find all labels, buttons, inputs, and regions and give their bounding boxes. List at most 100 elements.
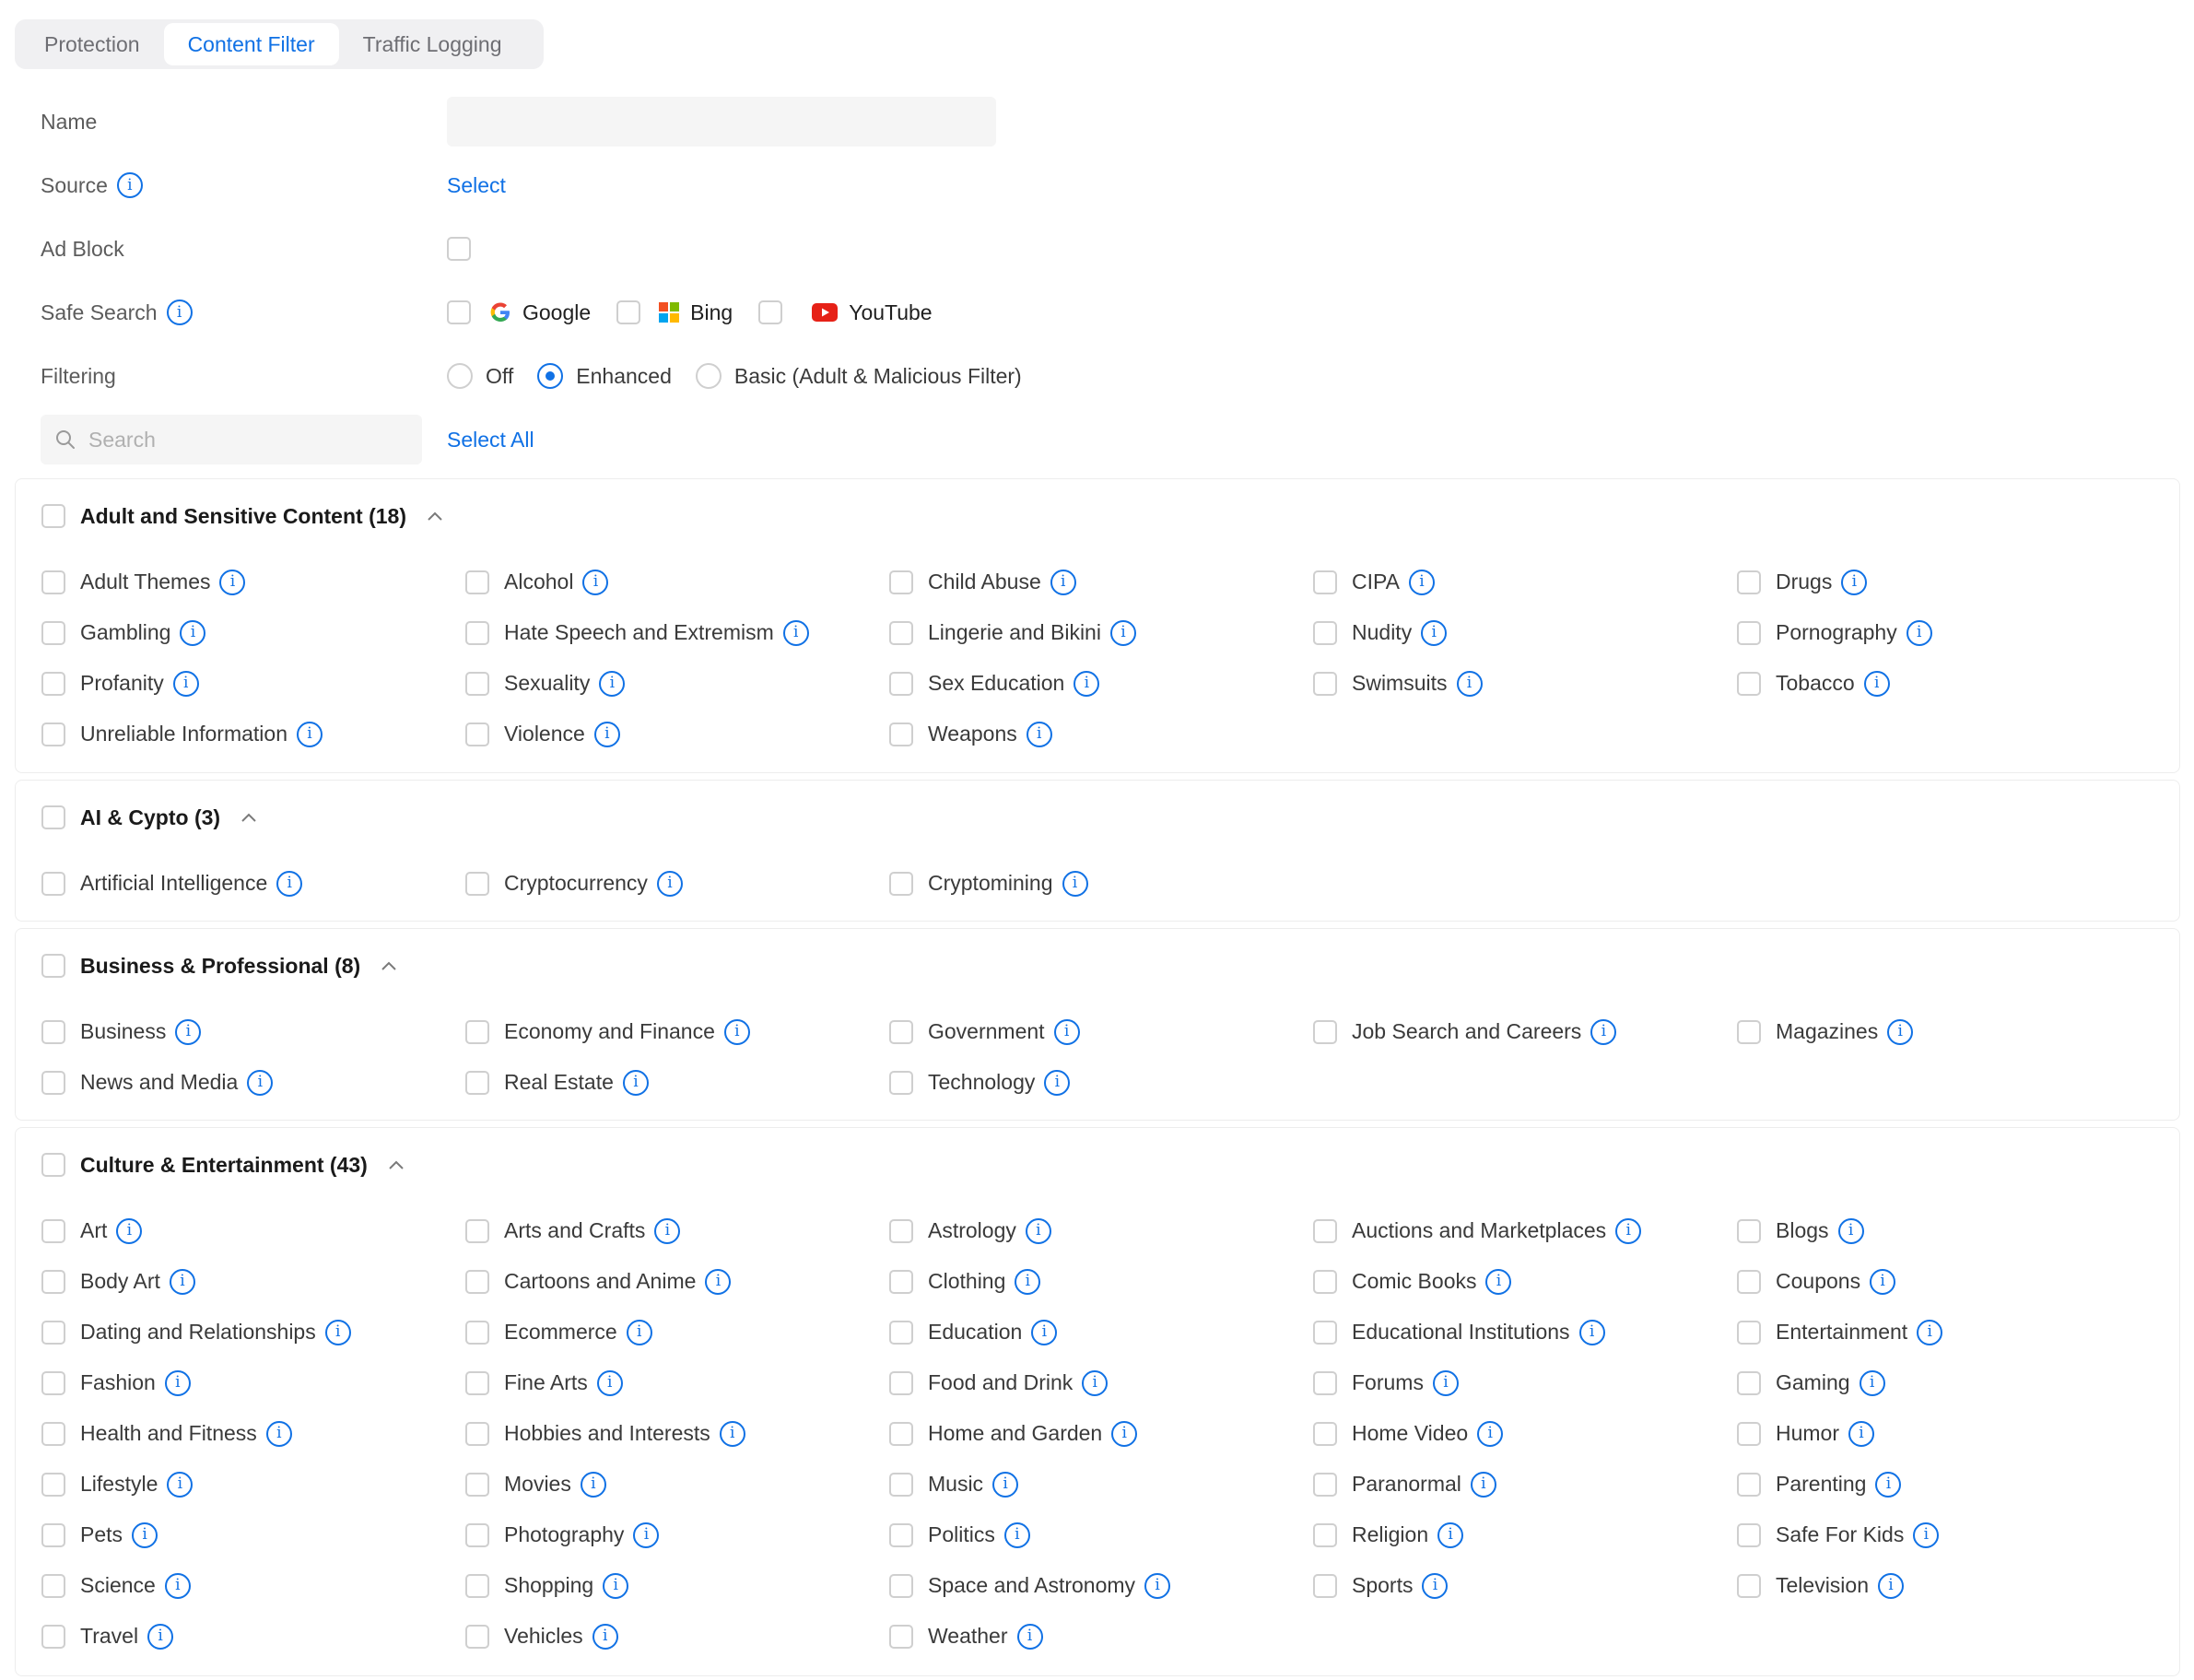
chevron-up-icon[interactable]: [241, 812, 257, 823]
info-icon[interactable]: i: [175, 1018, 202, 1045]
category-item-tobacco[interactable]: Tobacco i: [1737, 658, 2161, 709]
info-icon[interactable]: i: [1074, 670, 1100, 697]
info-icon[interactable]: i: [276, 870, 303, 897]
category-item-astrology[interactable]: Astrology i: [889, 1205, 1313, 1256]
category-checkbox[interactable]: [1313, 1472, 1337, 1497]
category-checkbox[interactable]: [1737, 1472, 1761, 1497]
category-checkbox[interactable]: [41, 1573, 65, 1598]
category-item-hate-speech-and-extremism[interactable]: Hate Speech and Extremism i: [465, 607, 889, 658]
category-checkbox[interactable]: [889, 722, 913, 746]
category-checkbox[interactable]: [465, 1218, 489, 1243]
category-checkbox[interactable]: [889, 570, 913, 594]
info-icon[interactable]: i: [580, 1471, 606, 1498]
category-checkbox[interactable]: [41, 671, 65, 696]
category-item-paranormal[interactable]: Paranormal i: [1313, 1459, 1737, 1510]
category-checkbox[interactable]: [889, 1624, 913, 1649]
name-input[interactable]: [447, 97, 996, 147]
category-item-weather[interactable]: Weather i: [889, 1611, 1313, 1662]
category-checkbox[interactable]: [1737, 1019, 1761, 1044]
category-item-television[interactable]: Television i: [1737, 1560, 2161, 1611]
category-checkbox[interactable]: [1313, 1421, 1337, 1446]
category-checkbox[interactable]: [465, 1070, 489, 1095]
info-icon[interactable]: i: [1053, 1018, 1080, 1045]
category-checkbox[interactable]: [1313, 1218, 1337, 1243]
category-item-nudity[interactable]: Nudity i: [1313, 607, 1737, 658]
info-icon[interactable]: i: [1863, 670, 1890, 697]
info-icon[interactable]: i: [116, 172, 143, 198]
tab-traffic-logging[interactable]: Traffic Logging: [339, 23, 526, 65]
info-icon[interactable]: i: [1848, 1420, 1875, 1447]
info-icon[interactable]: i: [1590, 1018, 1617, 1045]
category-item-economy-and-finance[interactable]: Economy and Finance i: [465, 1006, 889, 1057]
category-item-science[interactable]: Science i: [41, 1560, 465, 1611]
category-item-hobbies-and-interests[interactable]: Hobbies and Interests i: [465, 1408, 889, 1459]
info-icon[interactable]: i: [265, 1420, 292, 1447]
info-icon[interactable]: i: [1470, 1471, 1496, 1498]
category-item-dating-and-relationships[interactable]: Dating and Relationships i: [41, 1307, 465, 1357]
category-item-food-and-drink[interactable]: Food and Drink i: [889, 1357, 1313, 1408]
info-icon[interactable]: i: [1913, 1521, 1940, 1548]
info-icon[interactable]: i: [626, 1319, 652, 1345]
info-icon[interactable]: i: [782, 619, 809, 646]
info-icon[interactable]: i: [1003, 1521, 1030, 1548]
category-item-shopping[interactable]: Shopping i: [465, 1560, 889, 1611]
category-item-home-and-garden[interactable]: Home and Garden i: [889, 1408, 1313, 1459]
category-checkbox[interactable]: [889, 1522, 913, 1547]
category-checkbox[interactable]: [41, 1522, 65, 1547]
category-item-photography[interactable]: Photography i: [465, 1510, 889, 1560]
category-item-sports[interactable]: Sports i: [1313, 1560, 1737, 1611]
info-icon[interactable]: i: [1109, 619, 1136, 646]
category-checkbox[interactable]: [1313, 570, 1337, 594]
category-checkbox[interactable]: [889, 1573, 913, 1598]
section-select-checkbox[interactable]: [41, 1153, 65, 1177]
category-item-clothing[interactable]: Clothing i: [889, 1256, 1313, 1307]
category-checkbox[interactable]: [1737, 1269, 1761, 1294]
info-icon[interactable]: i: [166, 300, 193, 325]
adblock-checkbox[interactable]: [447, 237, 471, 261]
filtering-basic-radio[interactable]: [695, 363, 722, 389]
info-icon[interactable]: i: [1016, 1623, 1043, 1650]
category-item-ecommerce[interactable]: Ecommerce i: [465, 1307, 889, 1357]
tab-protection[interactable]: Protection: [20, 23, 164, 65]
section-select-checkbox[interactable]: [41, 504, 65, 528]
info-icon[interactable]: i: [1887, 1018, 1914, 1045]
info-icon[interactable]: i: [719, 1420, 745, 1447]
info-icon[interactable]: i: [1837, 1217, 1864, 1244]
info-icon[interactable]: i: [633, 1521, 660, 1548]
category-item-educational-institutions[interactable]: Educational Institutions i: [1313, 1307, 1737, 1357]
info-icon[interactable]: i: [596, 1369, 623, 1396]
info-icon[interactable]: i: [622, 1069, 649, 1096]
category-item-religion[interactable]: Religion i: [1313, 1510, 1737, 1560]
category-item-art[interactable]: Art i: [41, 1205, 465, 1256]
info-icon[interactable]: i: [1859, 1369, 1885, 1396]
tab-content-filter[interactable]: Content Filter: [163, 23, 339, 65]
category-item-drugs[interactable]: Drugs i: [1737, 557, 2161, 607]
category-item-news-and-media[interactable]: News and Media i: [41, 1057, 465, 1108]
category-checkbox[interactable]: [465, 1320, 489, 1345]
info-icon[interactable]: i: [992, 1471, 1019, 1498]
info-icon[interactable]: i: [1025, 1217, 1051, 1244]
chevron-up-icon[interactable]: [381, 960, 397, 971]
category-checkbox[interactable]: [1737, 1320, 1761, 1345]
category-checkbox[interactable]: [41, 1218, 65, 1243]
info-icon[interactable]: i: [167, 1471, 194, 1498]
category-item-politics[interactable]: Politics i: [889, 1510, 1313, 1560]
category-item-cryptocurrency[interactable]: Cryptocurrency i: [465, 858, 889, 909]
youtube-checkbox[interactable]: [758, 300, 783, 324]
category-checkbox[interactable]: [41, 1421, 65, 1446]
category-item-humor[interactable]: Humor i: [1737, 1408, 2161, 1459]
info-icon[interactable]: i: [1050, 569, 1076, 595]
info-icon[interactable]: i: [1477, 1420, 1504, 1447]
filtering-enhanced-radio[interactable]: [537, 363, 564, 389]
category-item-violence[interactable]: Violence i: [465, 709, 889, 759]
category-checkbox[interactable]: [41, 1269, 65, 1294]
category-item-artificial-intelligence[interactable]: Artificial Intelligence i: [41, 858, 465, 909]
category-item-cryptomining[interactable]: Cryptomining i: [889, 858, 1313, 909]
info-icon[interactable]: i: [1015, 1268, 1041, 1295]
info-icon[interactable]: i: [1062, 870, 1088, 897]
category-checkbox[interactable]: [41, 1070, 65, 1095]
category-item-unreliable-information[interactable]: Unreliable Information i: [41, 709, 465, 759]
info-icon[interactable]: i: [1422, 1572, 1449, 1599]
category-item-lingerie-and-bikini[interactable]: Lingerie and Bikini i: [889, 607, 1313, 658]
category-checkbox[interactable]: [465, 1624, 489, 1649]
